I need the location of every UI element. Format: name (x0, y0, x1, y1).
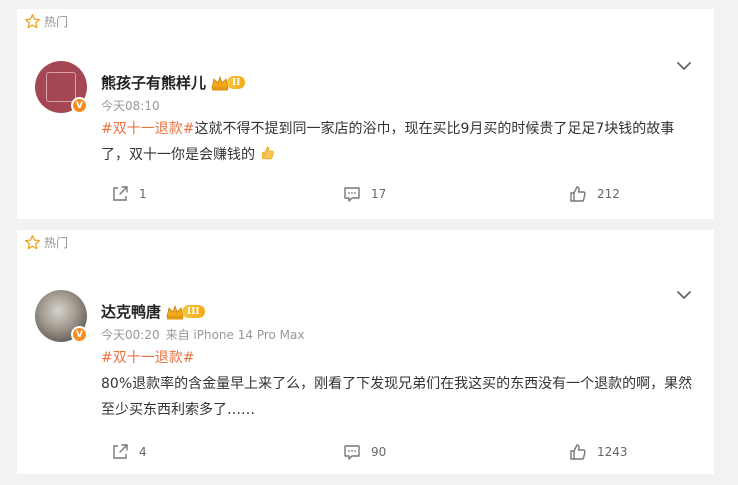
post-card: 热门 V 熊孩子有熊样儿 II 今天08:10 #双十一退款#这就不得不提到同一… (17, 9, 714, 219)
chevron-down-icon[interactable] (676, 290, 692, 300)
topic-tag[interactable]: #双十一退款# (101, 345, 694, 371)
repost-button[interactable]: 1 (111, 185, 147, 203)
star-icon (25, 14, 40, 29)
like-count: 212 (597, 187, 620, 201)
post-time[interactable]: 今天08:10 (101, 99, 160, 113)
username[interactable]: 达克鸭唐 III (101, 301, 205, 322)
repost-count: 4 (139, 445, 147, 459)
post-time[interactable]: 今天00:20 (101, 328, 160, 342)
avatar[interactable]: V (35, 290, 88, 343)
post-meta: 今天00:20 来自 iPhone 14 Pro Max (101, 326, 304, 343)
post-card: 热门 V 达克鸭唐 III 今天00:20 来自 iPhone 14 Pro Ma… (17, 230, 714, 474)
post-text: #双十一退款#这就不得不提到同一家店的浴巾，现在买比9月买的时候贵了足足7块钱的… (101, 116, 694, 168)
username-text[interactable]: 熊孩子有熊样儿 (101, 72, 206, 93)
post-body: 80%退款率的含金量早上来了么，刚看了下发现兄弟们在我这买的东西没有一个退款的啊… (101, 376, 693, 418)
vip-badge[interactable]: III (166, 304, 205, 320)
like-button[interactable]: 212 (569, 185, 620, 203)
like-button[interactable]: 1243 (569, 443, 628, 461)
like-count: 1243 (597, 445, 628, 459)
post-meta: 今天08:10 (101, 97, 166, 114)
hot-label-text: 热门 (44, 15, 69, 29)
comment-count: 17 (371, 187, 387, 201)
post-text: #双十一退款# 80%退款率的含金量早上来了么，刚看了下发现兄弟们在我这买的东西… (101, 345, 694, 423)
comment-icon (344, 187, 360, 202)
hot-label: 热门 (24, 234, 68, 251)
hot-label-text: 热门 (44, 236, 69, 250)
post-source: 来自 iPhone 14 Pro Max (165, 328, 305, 342)
verified-badge: V (71, 97, 88, 114)
avatar[interactable]: V (35, 61, 88, 114)
topic-tag[interactable]: #双十一退款# (101, 121, 194, 137)
comment-button[interactable]: 90 (343, 443, 386, 461)
vip-level: III (182, 305, 205, 318)
username-text[interactable]: 达克鸭唐 (101, 301, 161, 322)
comment-button[interactable]: 17 (343, 185, 386, 203)
chevron-down-icon[interactable] (676, 61, 692, 71)
repost-count: 1 (139, 187, 147, 201)
verified-badge: V (71, 326, 88, 343)
repost-icon (113, 444, 128, 459)
action-bar: 1 17 212 (17, 185, 714, 207)
hot-label: 热门 (24, 13, 68, 30)
thumbs-up-emoji (262, 146, 274, 160)
repost-icon (113, 186, 128, 201)
star-icon (25, 235, 40, 250)
username[interactable]: 熊孩子有熊样儿 II (101, 72, 246, 93)
vip-level: II (227, 76, 246, 89)
like-icon (570, 186, 586, 202)
like-icon (570, 444, 586, 460)
vip-badge[interactable]: II (211, 75, 246, 91)
comment-count: 90 (371, 445, 387, 459)
repost-button[interactable]: 4 (111, 443, 147, 461)
comment-icon (344, 445, 360, 460)
action-bar: 4 90 1243 (17, 443, 714, 465)
